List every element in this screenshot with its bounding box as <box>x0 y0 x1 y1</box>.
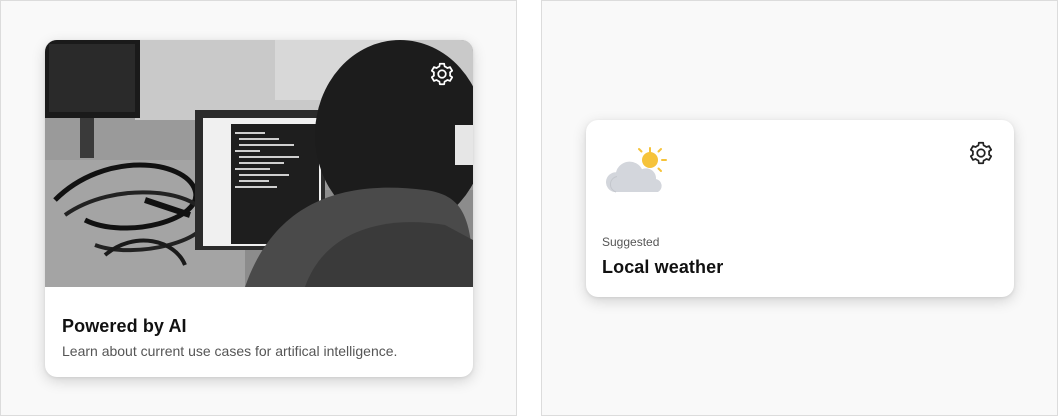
gear-icon[interactable] <box>968 140 994 166</box>
card-title: Local weather <box>602 257 724 277</box>
suggested-label: Suggested <box>602 235 660 249</box>
card-photo <box>45 40 473 287</box>
left-panel: Powered by AI Learn about current use ca… <box>0 0 517 416</box>
gear-icon[interactable] <box>429 61 455 87</box>
card-title: Powered by AI <box>62 316 187 336</box>
ai-card[interactable]: Powered by AI Learn about current use ca… <box>45 40 473 377</box>
partly-cloudy-icon <box>605 146 670 196</box>
card-description: Learn about current use cases for artifi… <box>62 343 398 359</box>
weather-card[interactable]: Suggested Local weather <box>586 120 1014 297</box>
right-panel: Suggested Local weather <box>541 0 1058 416</box>
